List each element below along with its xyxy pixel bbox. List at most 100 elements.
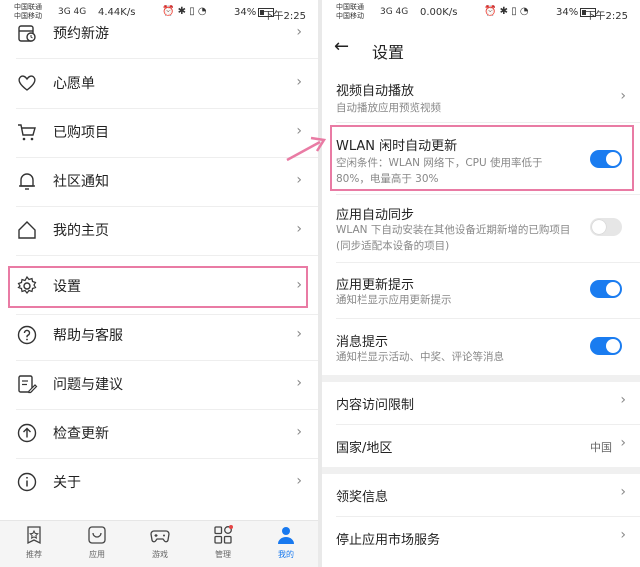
wlan-idle-update-toggle[interactable] bbox=[590, 150, 622, 168]
clock: 下午2:25 bbox=[585, 11, 628, 22]
menu-label: 心愿单 bbox=[53, 76, 95, 92]
setting-subtitle: 空闲条件：WLAN 网络下，CPU 使用率低于 80%，电量高于 30% bbox=[336, 157, 543, 185]
chevron-right-icon: › bbox=[296, 74, 302, 90]
carrier-labels: 中国联通 中国移动 bbox=[336, 3, 364, 21]
app-icon bbox=[88, 526, 106, 544]
menu-item-help[interactable]: 帮助与客服 › bbox=[0, 312, 318, 360]
setting-subtitle: 通知栏显示应用更新提示 bbox=[336, 294, 452, 306]
nav-tab-manage[interactable]: 管理 bbox=[193, 521, 253, 567]
page-title: 设置 bbox=[372, 43, 405, 62]
setting-title: 消息提示 bbox=[336, 335, 389, 350]
setting-title: 领奖信息 bbox=[336, 490, 389, 505]
app-auto-sync-toggle[interactable] bbox=[590, 218, 622, 236]
setting-stop-market-service[interactable]: 停止应用市场服务 › bbox=[322, 517, 640, 559]
toggle-knob bbox=[606, 152, 620, 166]
chevron-right-icon: › bbox=[620, 435, 626, 451]
menu-item-about[interactable]: 关于 › bbox=[0, 459, 318, 507]
setting-title: 内容访问限制 bbox=[336, 398, 415, 413]
menu-item-my-homepage[interactable]: 我的主页 › bbox=[0, 207, 318, 255]
nav-tab-apps[interactable]: 应用 bbox=[67, 521, 127, 567]
nav-label: 应用 bbox=[89, 550, 105, 559]
toggle-knob bbox=[606, 339, 620, 353]
region-value: 中国 bbox=[590, 441, 612, 454]
menu-label: 已购项目 bbox=[53, 125, 109, 141]
upload-icon bbox=[17, 423, 37, 443]
chevron-right-icon: › bbox=[620, 88, 626, 104]
chevron-right-icon: › bbox=[620, 484, 626, 500]
nav-label: 管理 bbox=[215, 550, 231, 559]
info-icon bbox=[17, 472, 37, 492]
menu-label: 关于 bbox=[53, 475, 81, 491]
toggle-knob bbox=[592, 220, 606, 234]
setting-title: 视频自动播放 bbox=[336, 84, 415, 99]
menu-item-reserve-games[interactable]: 预约新游 › bbox=[0, 10, 318, 58]
menu-item-wishlist[interactable]: 心愿单 › bbox=[0, 60, 318, 108]
setting-title: 停止应用市场服务 bbox=[336, 533, 441, 548]
divider bbox=[16, 58, 318, 59]
setting-content-restriction[interactable]: 内容访问限制 › bbox=[322, 382, 640, 424]
settings-panel: 中国联通 中国移动 3G 4G 0.00K/s ⏰ ✱ ▯ ◔ 34% 下午2:… bbox=[322, 0, 640, 567]
grid-icon bbox=[214, 525, 233, 544]
chevron-right-icon: › bbox=[296, 221, 302, 237]
help-icon bbox=[17, 325, 37, 345]
nav-label: 推荐 bbox=[26, 550, 42, 559]
my-page-panel: 中国联通 中国移动 3G 4G 4.44K/s ⏰ ✱ ▯ ◔ 34% 下午2:… bbox=[0, 0, 318, 567]
chevron-right-icon: › bbox=[620, 527, 626, 543]
setting-subtitle: 自动播放应用预览视频 bbox=[336, 102, 441, 114]
chevron-right-icon: › bbox=[296, 473, 302, 489]
section-spacer bbox=[322, 375, 640, 382]
chevron-right-icon: › bbox=[296, 24, 302, 40]
settings-highlight-box bbox=[8, 266, 308, 308]
update-notice-toggle[interactable] bbox=[590, 280, 622, 298]
setting-subtitle: WLAN 下自动安装在其他设备近期新增的已购项目 (同步适配本设备的项目) bbox=[336, 224, 571, 252]
menu-label: 我的主页 bbox=[53, 223, 109, 239]
cart-icon bbox=[18, 124, 36, 141]
setting-title: WLAN 闲时自动更新 bbox=[336, 139, 458, 154]
nav-tab-recommend[interactable]: 推荐 bbox=[4, 521, 64, 567]
setting-app-auto-sync: 应用自动同步 WLAN 下自动安装在其他设备近期新增的已购项目 (同步适配本设备… bbox=[322, 202, 640, 258]
network-speed: 0.00K/s bbox=[420, 7, 458, 18]
signal-indicator: 3G 4G bbox=[380, 7, 409, 17]
back-arrow-icon[interactable]: ← bbox=[334, 36, 349, 57]
setting-wlan-idle-update: WLAN 闲时自动更新 空闲条件：WLAN 网络下，CPU 使用率低于 80%，… bbox=[322, 133, 640, 189]
heart-icon bbox=[18, 75, 36, 91]
menu-label: 预约新游 bbox=[53, 26, 109, 42]
divider bbox=[336, 122, 640, 123]
message-notice-toggle[interactable] bbox=[590, 337, 622, 355]
menu-label: 社区通知 bbox=[53, 174, 109, 190]
chevron-right-icon: › bbox=[296, 172, 302, 188]
divider bbox=[16, 255, 318, 256]
settings-header: ← 设置 bbox=[322, 26, 640, 70]
bottom-navigation: 推荐 应用 游戏 管理 我的 bbox=[0, 520, 318, 567]
status-bar: 中国联通 中国移动 3G 4G 0.00K/s ⏰ ✱ ▯ ◔ 34% 下午2:… bbox=[322, 0, 640, 26]
menu-item-check-update[interactable]: 检查更新 › bbox=[0, 410, 318, 458]
carrier-2: 中国移动 bbox=[336, 12, 364, 20]
menu-label: 帮助与客服 bbox=[53, 328, 123, 344]
chevron-right-icon: › bbox=[296, 326, 302, 342]
annotation-arrow-icon bbox=[286, 136, 327, 162]
nav-tab-games[interactable]: 游戏 bbox=[130, 521, 190, 567]
feedback-icon bbox=[18, 375, 38, 394]
menu-item-feedback[interactable]: 问题与建议 › bbox=[0, 361, 318, 409]
setting-video-autoplay[interactable]: 视频自动播放 自动播放应用预览视频 › bbox=[322, 78, 640, 122]
setting-title: 应用更新提示 bbox=[336, 278, 415, 293]
nav-tab-mine[interactable]: 我的 bbox=[256, 521, 316, 567]
person-icon bbox=[278, 527, 294, 544]
chevron-right-icon: › bbox=[296, 424, 302, 440]
setting-message-notice: 消息提示 通知栏显示活动、中奖、评论等消息 bbox=[322, 329, 640, 369]
status-icons: ⏰ ✱ ▯ ◔ bbox=[484, 6, 529, 17]
setting-prize-info[interactable]: 领奖信息 › bbox=[322, 474, 640, 516]
setting-country-region[interactable]: 国家/地区 中国 › bbox=[322, 425, 640, 467]
menu-item-purchased[interactable]: 已购项目 › bbox=[0, 109, 318, 157]
battery-percent: 34% bbox=[556, 7, 579, 18]
divider bbox=[336, 318, 640, 319]
bell-icon bbox=[19, 173, 35, 190]
section-spacer bbox=[322, 467, 640, 474]
star-icon bbox=[27, 526, 41, 545]
menu-label: 问题与建议 bbox=[53, 377, 123, 393]
divider bbox=[336, 262, 640, 263]
menu-item-community-notice[interactable]: 社区通知 › bbox=[0, 158, 318, 206]
chevron-right-icon: › bbox=[620, 392, 626, 408]
toggle-knob bbox=[606, 282, 620, 296]
setting-update-notice: 应用更新提示 通知栏显示应用更新提示 bbox=[322, 272, 640, 312]
